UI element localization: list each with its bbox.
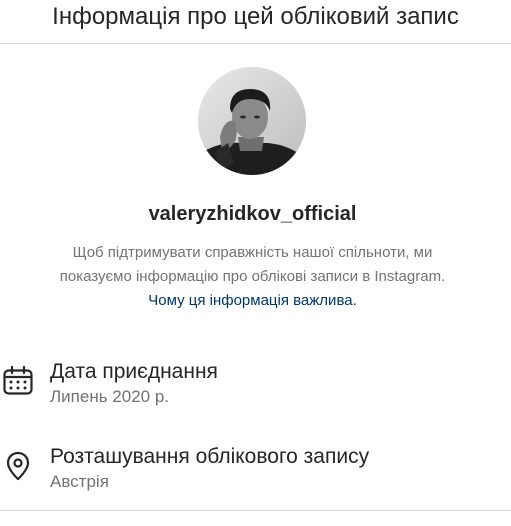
profile-photo-icon: [198, 67, 306, 175]
join-date-value: Липень 2020 р.: [50, 387, 169, 406]
calendar-icon: [3, 365, 33, 395]
why-info-important-link[interactable]: Чому ця інформація важлива.: [0, 288, 505, 314]
header: Інформація про цей обліковий запис: [0, 0, 511, 44]
avatar: [198, 67, 306, 175]
account-info-page: Інформація про цей обліковий запис valer…: [0, 0, 511, 526]
username: valeryzhidkov_official: [148, 203, 357, 225]
join-date-title: Дата приєднання: [50, 360, 218, 383]
account-location-value: Австрія: [50, 472, 109, 491]
account-location-title: Розташування облікового запису: [50, 445, 370, 468]
divider: [0, 510, 511, 511]
description-line-2: показуємо інформацію про облікові записи…: [59, 268, 446, 285]
page-title: Інформація про цей обліковий запис: [52, 3, 459, 30]
join-date-row: Дата приєднання Липень 2020 р.: [0, 355, 511, 415]
location-pin-icon: [6, 451, 30, 481]
account-location-row: Розташування облікового запису Австрія: [0, 440, 511, 500]
description-line-1: Щоб підтримувати справжність нашої спіль…: [72, 244, 433, 261]
